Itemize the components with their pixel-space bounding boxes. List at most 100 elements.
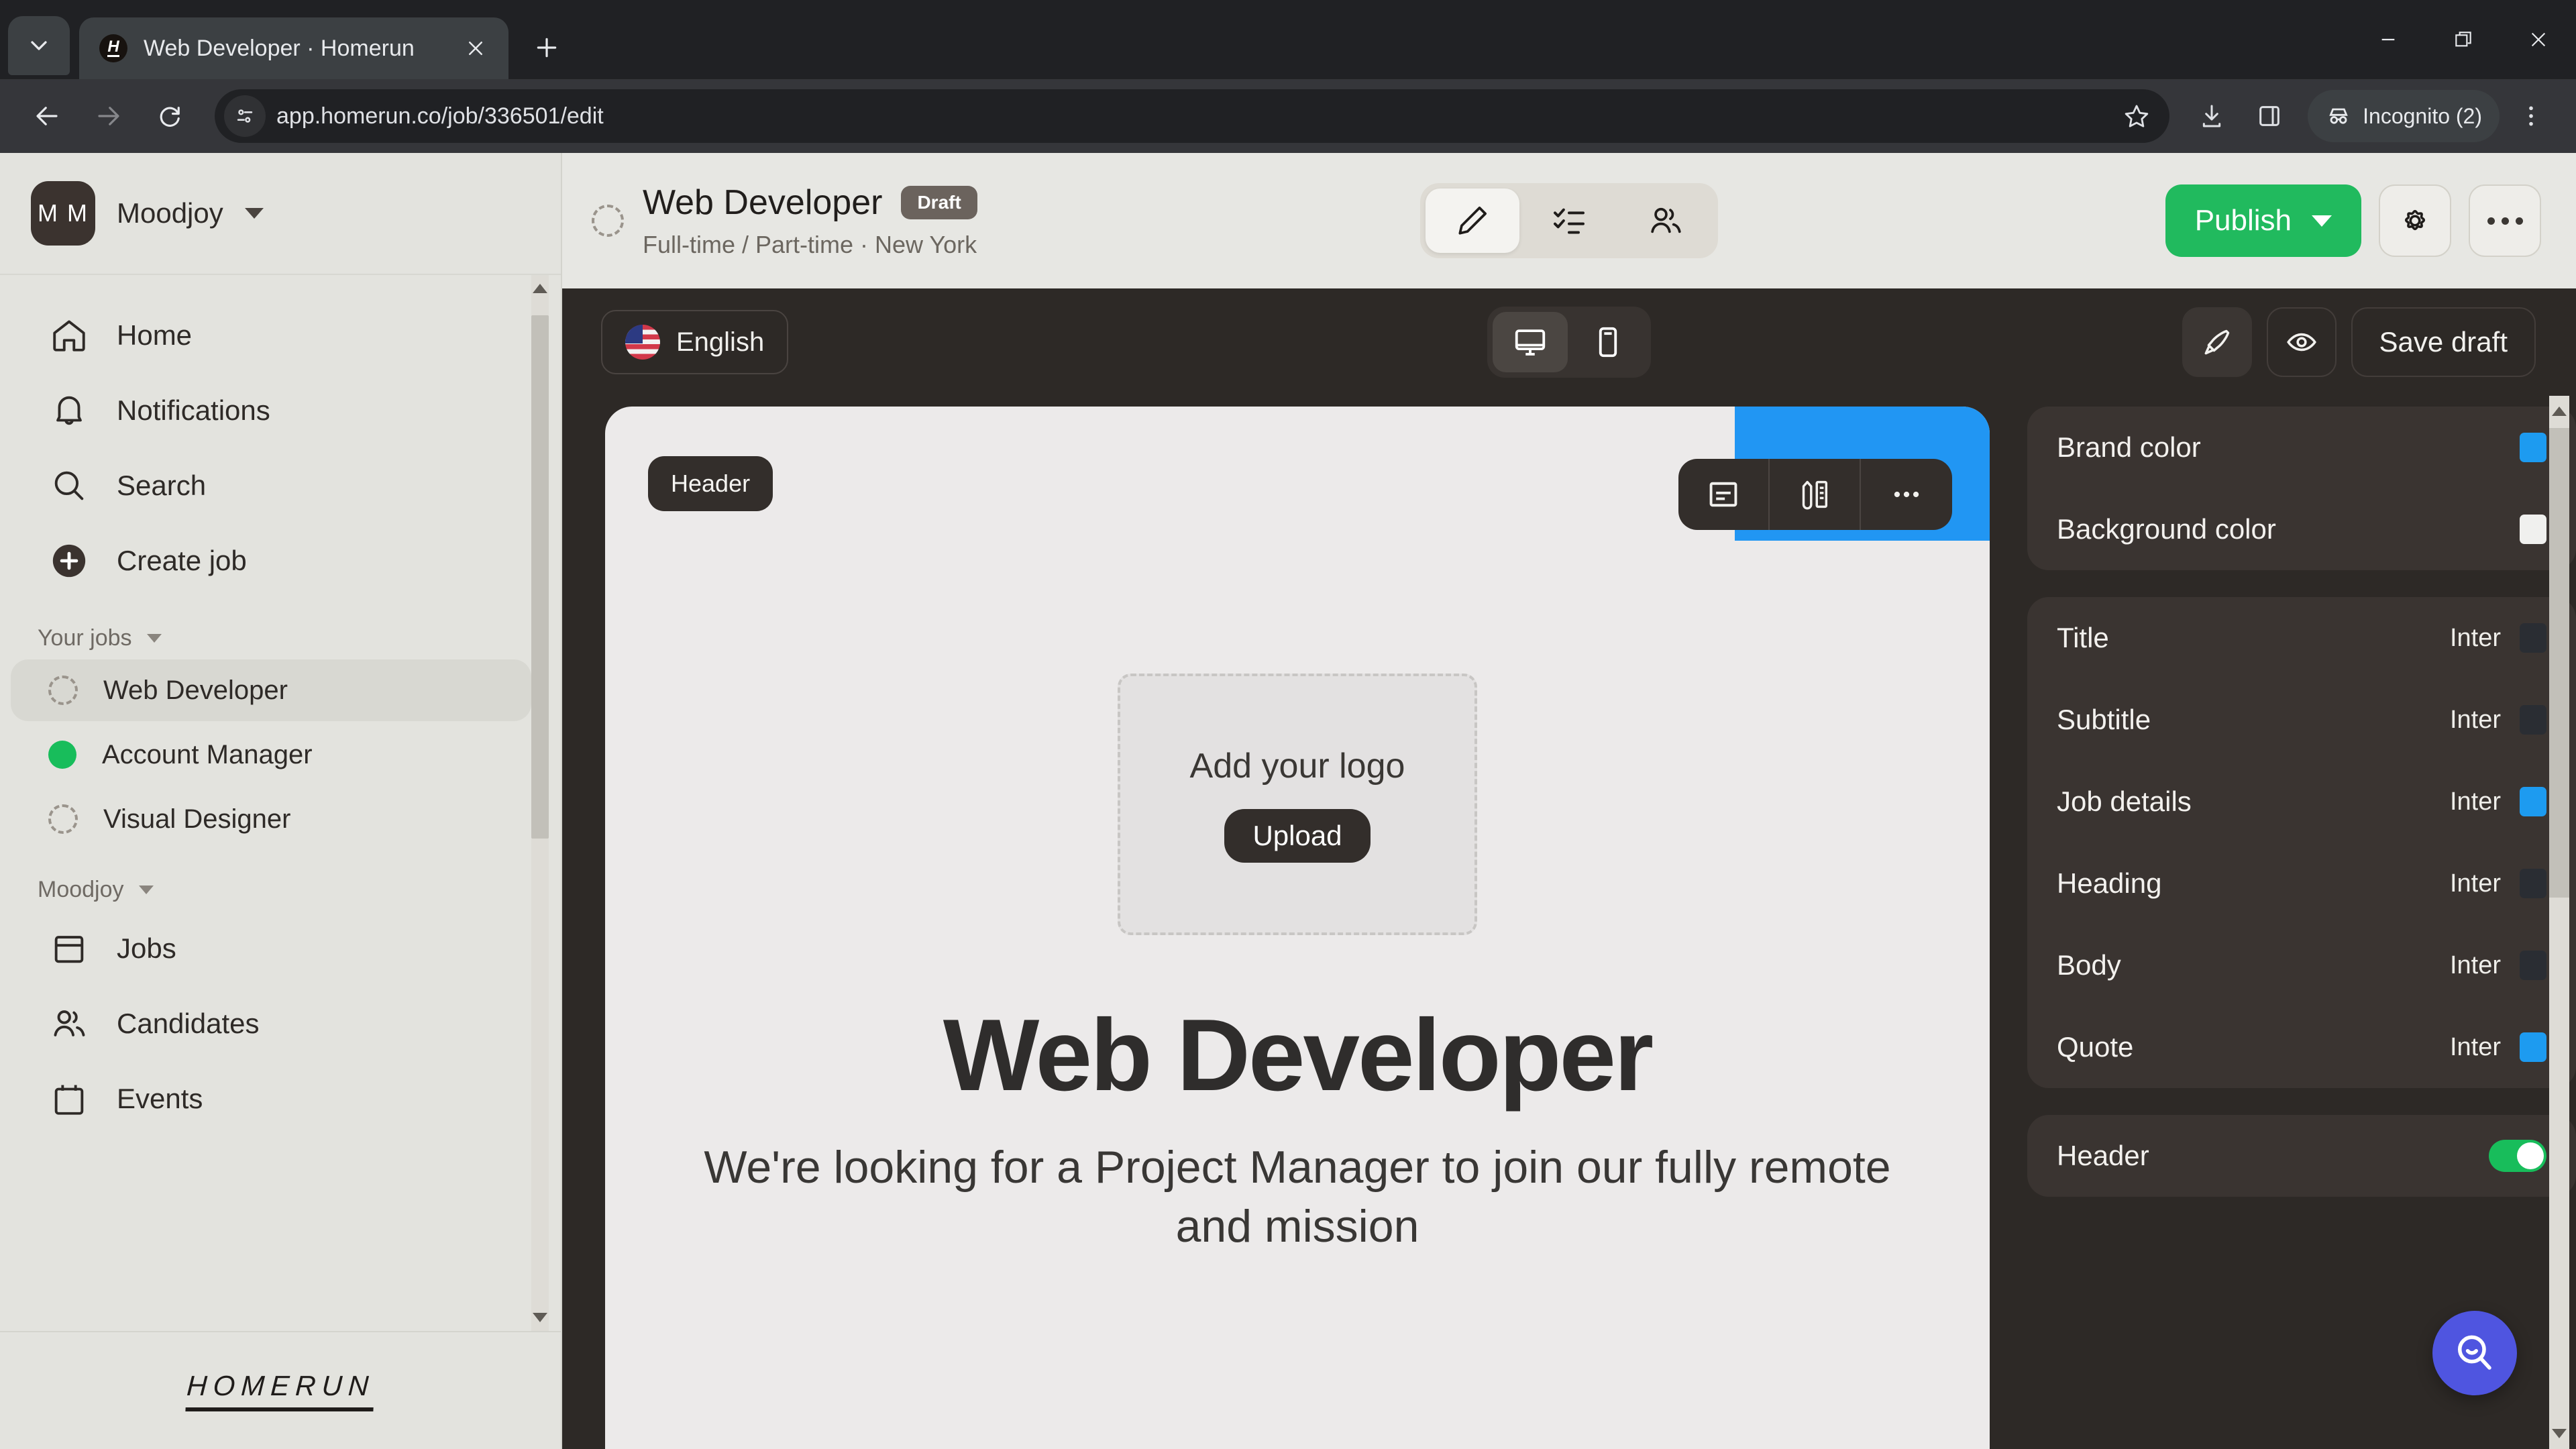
device-mobile-button[interactable] (1570, 312, 1646, 372)
tab-checklist[interactable] (1522, 189, 1616, 253)
tab-edit[interactable] (1426, 189, 1519, 253)
draft-status-icon (592, 205, 624, 237)
homerun-logo: HOMERUN (185, 1370, 376, 1411)
tab-search-button[interactable] (8, 16, 70, 75)
address-bar[interactable]: app.homerun.co/job/336501/edit (215, 89, 2170, 143)
setting-quote-font[interactable]: Quote Inter (2057, 1006, 2546, 1088)
color-swatch[interactable] (2520, 705, 2546, 735)
header-section-toggle[interactable] (2489, 1140, 2546, 1172)
back-button[interactable] (19, 88, 75, 144)
close-window-button[interactable] (2501, 0, 2576, 79)
canvas-job-title[interactable]: Web Developer (605, 997, 1990, 1114)
browser-tab[interactable]: H Web Developer · Homerun (79, 17, 508, 79)
sidebar-item-search[interactable]: Search (11, 448, 537, 523)
sidebar-job-visual-designer[interactable]: Visual Designer (11, 788, 531, 850)
sections-panel: Header (2027, 1115, 2576, 1197)
sidebar-item-events[interactable]: Events (11, 1061, 537, 1136)
sidebar-scroll-area: Home Notifications Search Create job You… (0, 275, 561, 1331)
plus-circle-icon (48, 540, 90, 582)
scrollbar-thumb[interactable] (531, 315, 549, 839)
bookmark-button[interactable] (2110, 90, 2163, 142)
setting-subtitle-font[interactable]: Subtitle Inter (2057, 679, 2546, 761)
device-desktop-button[interactable] (1493, 312, 1568, 372)
sidebar-item-home[interactable]: Home (11, 298, 537, 373)
help-search-fab[interactable] (2432, 1311, 2517, 1395)
profile-incognito-button[interactable]: Incognito (2) (2308, 90, 2500, 142)
color-swatch[interactable] (2520, 951, 2546, 980)
block-label-chip[interactable]: Header (648, 456, 773, 511)
sidebar-item-jobs[interactable]: Jobs (11, 911, 537, 986)
your-jobs-section-toggle[interactable]: Your jobs (0, 625, 561, 651)
workspace-section-toggle[interactable]: Moodjoy (0, 877, 561, 903)
sidebar-item-candidates[interactable]: Candidates (11, 986, 537, 1061)
sidebar-job-web-developer[interactable]: Web Developer (11, 659, 531, 721)
color-swatch[interactable] (2520, 515, 2546, 544)
color-swatch[interactable] (2520, 869, 2546, 898)
job-page-canvas[interactable]: Header Add your logo Upload Web Develope… (605, 407, 1990, 1449)
sidebar-item-notifications[interactable]: Notifications (11, 373, 537, 448)
home-icon (48, 315, 90, 356)
color-swatch[interactable] (2520, 787, 2546, 816)
setting-heading-font[interactable]: Heading Inter (2057, 843, 2546, 924)
editor-scrollbar[interactable] (2549, 396, 2569, 1449)
bell-icon (48, 390, 90, 431)
close-icon (2531, 32, 2546, 47)
scroll-down-arrow[interactable] (2549, 1418, 2569, 1449)
color-swatch[interactable] (2520, 433, 2546, 462)
published-status-icon (48, 741, 76, 769)
font-name: Inter (2449, 705, 2501, 734)
favicon-letter: H (107, 38, 119, 58)
preview-button[interactable] (2266, 307, 2337, 377)
new-tab-button[interactable] (523, 24, 570, 71)
job-settings-button[interactable] (2379, 184, 2451, 257)
tab-close-button[interactable] (458, 30, 494, 66)
setting-jobdetails-font[interactable]: Job details Inter (2057, 761, 2546, 843)
font-name: Inter (2449, 623, 2501, 652)
setting-section-header[interactable]: Header (2057, 1115, 2546, 1197)
chrome-menu-button[interactable] (2505, 90, 2557, 142)
job-header-actions: Publish (2165, 184, 2541, 257)
block-more-button[interactable] (1861, 459, 1952, 530)
setting-background-color[interactable]: Background color (2057, 488, 2546, 570)
scrollbar-thumb[interactable] (2549, 428, 2569, 898)
setting-brand-color[interactable]: Brand color (2057, 407, 2546, 488)
upload-button[interactable]: Upload (1224, 809, 1371, 863)
sidebar-item-create-job[interactable]: Create job (11, 523, 537, 598)
setting-body-font[interactable]: Body Inter (2057, 924, 2546, 1006)
forward-button[interactable] (80, 88, 137, 144)
downloads-button[interactable] (2186, 90, 2238, 142)
setting-label: Title (2057, 622, 2109, 653)
triangle-up-icon (533, 284, 547, 293)
profile-label: Incognito (2) (2363, 103, 2482, 128)
side-panel-button[interactable] (2243, 90, 2296, 142)
publish-button[interactable]: Publish (2165, 184, 2361, 257)
color-swatch[interactable] (2520, 623, 2546, 653)
site-settings-button[interactable] (224, 95, 266, 137)
font-name: Inter (2449, 787, 2501, 816)
design-button[interactable] (2182, 307, 2252, 377)
block-style-button[interactable] (1770, 459, 1861, 530)
language-selector[interactable]: English (601, 310, 789, 374)
canvas-job-subtitle[interactable]: We're looking for a Project Manager to j… (692, 1138, 1902, 1256)
sidebar-job-account-manager[interactable]: Account Manager (11, 724, 531, 786)
colors-panel: Brand color Background color (2027, 407, 2576, 570)
save-draft-button[interactable]: Save draft (2351, 307, 2536, 377)
color-swatch[interactable] (2520, 1032, 2546, 1062)
editor-body: Header Add your logo Upload Web Develope… (562, 396, 2576, 1449)
job-more-button[interactable] (2469, 184, 2541, 257)
pencil-ruler-icon (1802, 480, 1828, 510)
setting-title-font[interactable]: Title Inter (2057, 597, 2546, 679)
scroll-up-arrow[interactable] (531, 275, 549, 302)
minimize-button[interactable] (2351, 0, 2426, 79)
reload-button[interactable] (142, 88, 199, 144)
tab-candidates[interactable] (1619, 189, 1713, 253)
logo-upload-dropzone[interactable]: Add your logo Upload (1118, 674, 1477, 935)
sidebar-scrollbar[interactable] (531, 275, 549, 1331)
scroll-down-arrow[interactable] (531, 1304, 549, 1331)
ellipsis-icon (1894, 491, 1919, 498)
org-switcher[interactable]: M M Moodjoy (0, 153, 561, 275)
save-draft-label: Save draft (2379, 326, 2508, 358)
maximize-button[interactable] (2426, 0, 2501, 79)
scroll-up-arrow[interactable] (2549, 396, 2569, 427)
block-align-button[interactable] (1678, 459, 1770, 530)
